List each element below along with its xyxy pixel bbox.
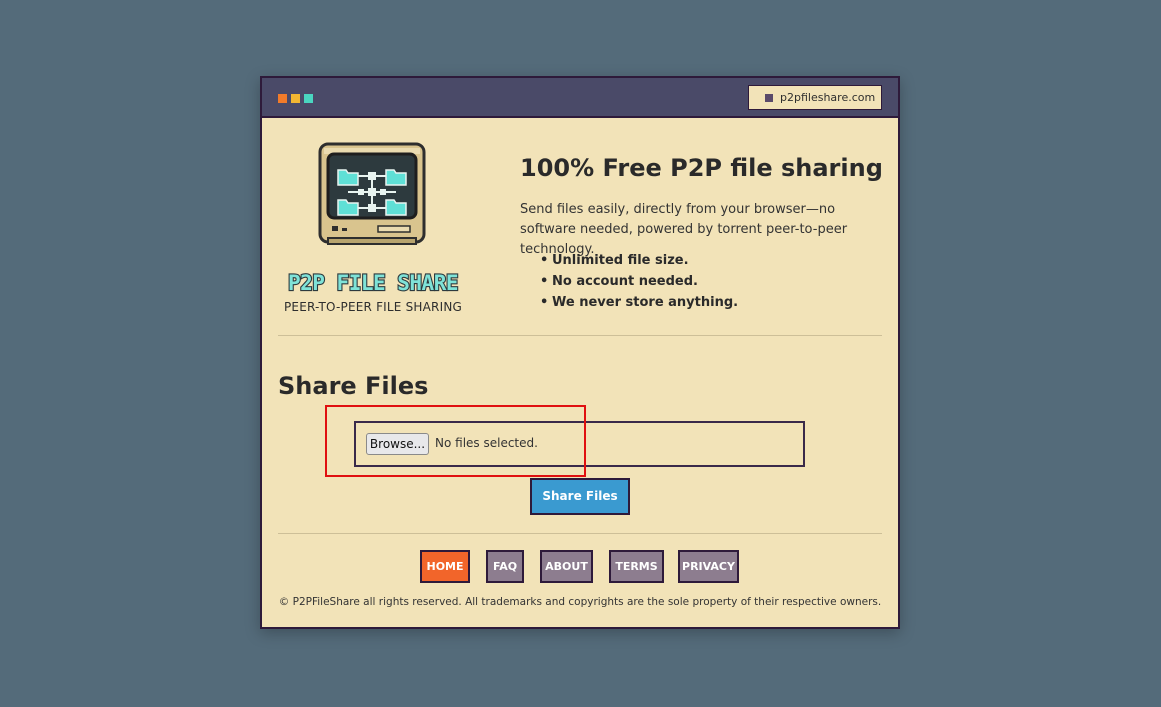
url-bar[interactable]: p2pfileshare.com — [748, 85, 882, 110]
title-bar: p2pfileshare.com — [262, 78, 898, 118]
feature-item: We never store anything. — [540, 292, 738, 313]
highlight-box — [325, 405, 586, 477]
logo-wordmark: P2P FILE SHARE — [287, 270, 460, 295]
lock-icon — [765, 94, 773, 102]
feature-item: Unlimited file size. — [540, 250, 738, 271]
nav-faq[interactable]: FAQ — [486, 550, 524, 583]
retro-computer-network-icon — [318, 142, 426, 245]
logo-wordmark-text: P2P FILE SHARE — [288, 271, 458, 295]
nav-terms[interactable]: TERMS — [609, 550, 664, 583]
nav-privacy[interactable]: PRIVACY — [678, 550, 739, 583]
nav-home[interactable]: HOME — [420, 550, 470, 583]
hero-title: 100% Free P2P file sharing — [520, 154, 883, 182]
logo-caption: PEER-TO-PEER FILE SHARING — [284, 300, 462, 314]
copyright-text: © P2PFileShare all rights reserved. All … — [278, 596, 882, 608]
window-control-dot-orange[interactable] — [278, 94, 287, 103]
share-section-title: Share Files — [278, 372, 429, 400]
nav-about[interactable]: ABOUT — [540, 550, 593, 583]
feature-list: Unlimited file size. No account needed. … — [540, 250, 738, 313]
share-files-button[interactable]: Share Files — [530, 478, 630, 515]
feature-item: No account needed. — [540, 271, 738, 292]
section-divider — [278, 335, 882, 336]
window-control-dot-teal[interactable] — [304, 94, 313, 103]
browser-window: p2pfileshare.com P2P FILE SHARE PEER-TO-… — [260, 76, 900, 629]
url-text: p2pfileshare.com — [780, 91, 876, 104]
footer-divider — [278, 533, 882, 534]
window-control-dot-yellow[interactable] — [291, 94, 300, 103]
